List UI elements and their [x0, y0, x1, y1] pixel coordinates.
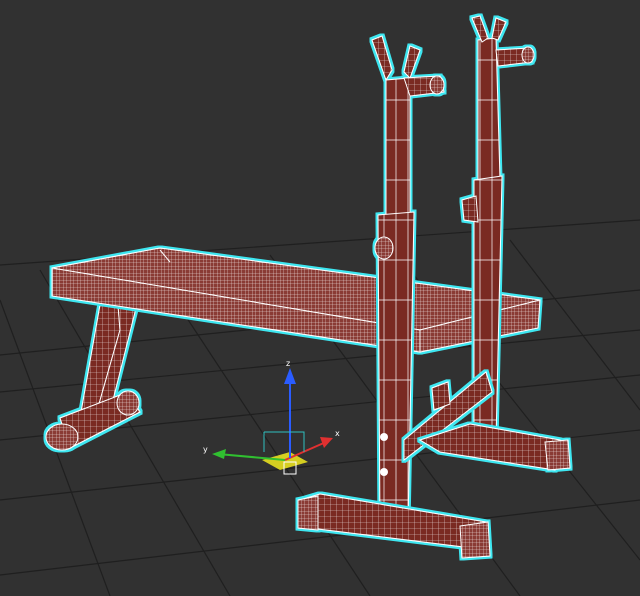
gizmo-x-axis[interactable]: [284, 441, 327, 461]
gizmo-x-label: x: [335, 429, 340, 438]
viewport-scene[interactable]: x y z: [0, 0, 640, 596]
3d-viewport[interactable]: x y z: [0, 0, 640, 596]
bench-rear-leg[interactable]: [45, 304, 141, 451]
gizmo-z-label: z: [286, 359, 290, 368]
gizmo-y-label: y: [203, 445, 208, 454]
rack-foot-rear[interactable]: [418, 423, 571, 471]
